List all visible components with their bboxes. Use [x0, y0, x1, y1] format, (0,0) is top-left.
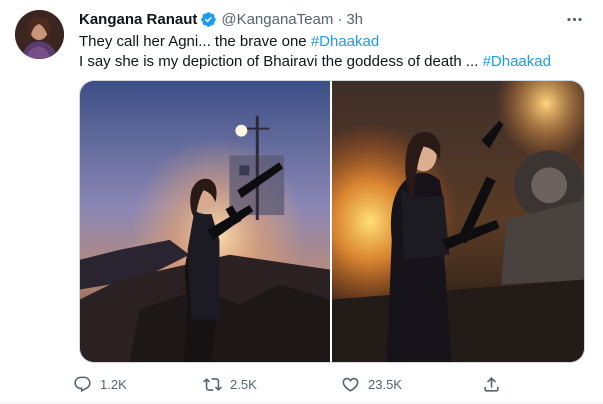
media-photo-left[interactable] [80, 81, 332, 362]
tweet-text-line-1-body: They call her Agni... the brave one [79, 33, 311, 50]
reply-count: 1.2K [100, 376, 127, 392]
retweet-button[interactable]: 2.5K [203, 375, 257, 394]
author-name[interactable]: Kangana Ranaut [79, 11, 197, 28]
tweet-header: Kangana Ranaut @KanganaTeam · 3h [79, 9, 363, 29]
avatar-image [15, 10, 64, 59]
heart-icon [341, 375, 360, 394]
tweet-timestamp[interactable]: 3h [346, 11, 363, 28]
verified-badge-icon [200, 11, 217, 28]
retweet-count: 2.5K [230, 376, 257, 392]
tweet-text: They call her Agni... the brave one #Dha… [79, 32, 584, 72]
avatar[interactable] [15, 10, 64, 59]
tweet-text-line-2-body: I say she is my depiction of Bhairavi th… [79, 53, 483, 70]
hashtag-link[interactable]: #Dhaakad [483, 53, 551, 70]
tweet-text-line-2: I say she is my depiction of Bhairavi th… [79, 52, 584, 72]
author-handle[interactable]: @KanganaTeam [221, 11, 333, 28]
tweet[interactable]: Kangana Ranaut @KanganaTeam · 3h They ca… [0, 0, 603, 404]
retweet-icon [203, 375, 222, 394]
tweet-media [79, 80, 585, 363]
movie-still-left-image [80, 81, 330, 362]
share-icon [482, 375, 501, 394]
tweet-actions: 1.2K 2.5K 23.5K [73, 372, 513, 396]
header-separator: · [337, 10, 343, 28]
media-photo-right[interactable] [332, 81, 584, 362]
hashtag-link[interactable]: #Dhaakad [311, 33, 379, 50]
more-options-icon[interactable] [563, 8, 585, 30]
share-button[interactable] [482, 375, 501, 394]
reply-button[interactable]: 1.2K [73, 375, 127, 394]
like-count: 23.5K [368, 376, 402, 392]
like-button[interactable]: 23.5K [341, 375, 402, 394]
tweet-text-line-1: They call her Agni... the brave one #Dha… [79, 32, 584, 52]
movie-still-right-image [332, 81, 584, 362]
reply-icon [73, 375, 92, 394]
